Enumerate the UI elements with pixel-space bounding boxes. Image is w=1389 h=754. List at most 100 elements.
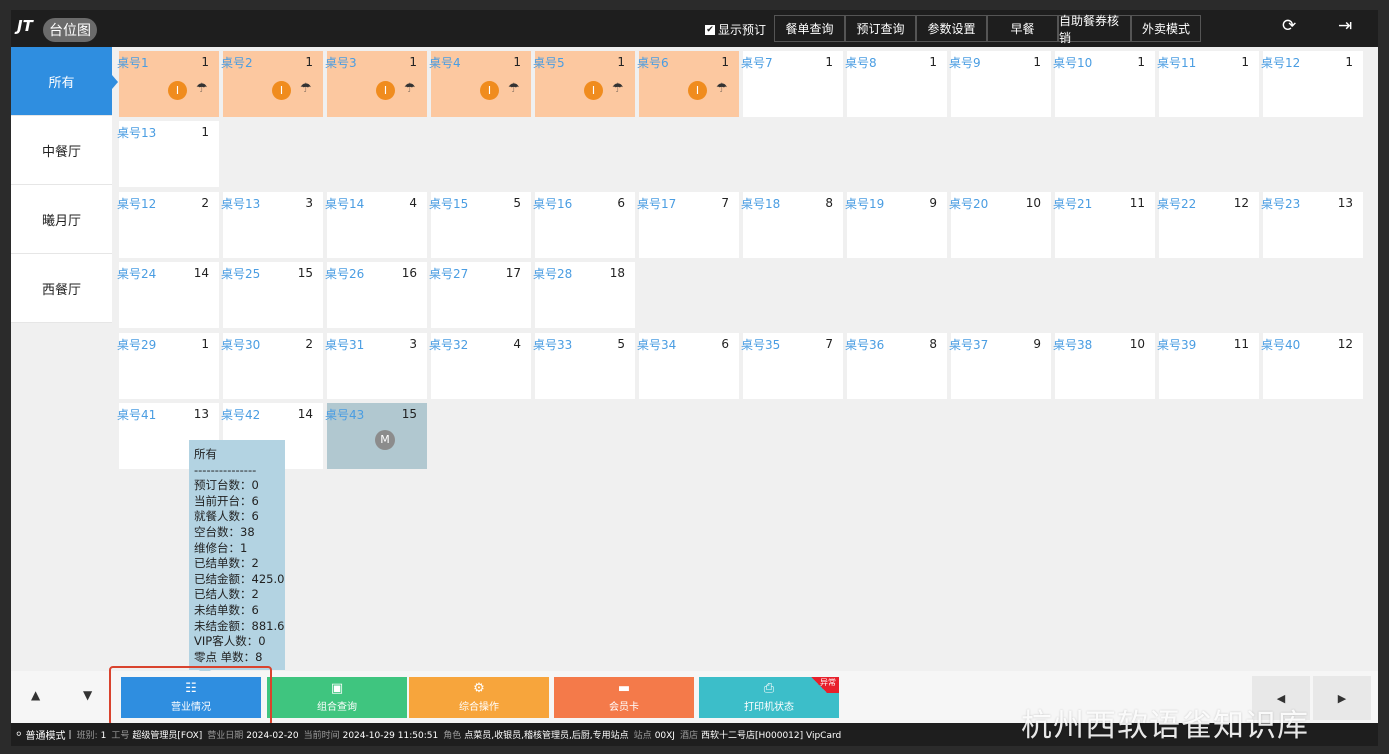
checkbox-checked-icon[interactable]: ✔ bbox=[705, 24, 715, 35]
user-icon: ⚪ bbox=[15, 729, 23, 740]
booking-query-button[interactable]: 预订查询 bbox=[845, 15, 916, 42]
table-tile[interactable]: 桌号14 4 bbox=[325, 192, 427, 258]
summary-line: 预订台数：0 bbox=[194, 478, 259, 493]
status-field-label: 角色 bbox=[443, 731, 462, 741]
table-tile[interactable]: 桌号1 1 I ☂ bbox=[117, 51, 219, 117]
table-tile[interactable]: 桌号27 17 bbox=[429, 262, 531, 328]
table-tile[interactable]: 桌号2 1 I ☂ bbox=[221, 51, 323, 117]
table-tile[interactable]: 桌号3 1 I ☂ bbox=[325, 51, 427, 117]
integrated-operation-button[interactable]: ⚙ 综合操作 bbox=[409, 677, 549, 718]
maintenance-badge: M bbox=[375, 430, 395, 450]
table-tile[interactable]: 桌号36 8 bbox=[845, 333, 947, 399]
status-field-value: 2024-10-29 11:50:51 bbox=[342, 731, 439, 741]
occupied-badge: I bbox=[168, 81, 187, 100]
table-tile[interactable]: 桌号8 1 bbox=[845, 51, 947, 117]
menu-query-button[interactable]: 餐单查询 bbox=[774, 15, 845, 42]
member-card-button[interactable]: ▬ 会员卡 bbox=[554, 677, 694, 718]
combined-query-button[interactable]: ▣ 组合查询 bbox=[267, 677, 407, 718]
table-tile[interactable]: 桌号43 15 M bbox=[325, 403, 427, 469]
table-name: 桌号19 bbox=[845, 197, 885, 211]
sidebar-item-all[interactable]: 所有 bbox=[11, 47, 118, 116]
table-name: 桌号15 bbox=[429, 197, 469, 211]
table-tile[interactable]: 桌号17 7 bbox=[637, 192, 739, 258]
sidebar-item-xiyue-hall[interactable]: 曦月厅 bbox=[11, 185, 112, 254]
table-tile[interactable]: 桌号7 1 bbox=[741, 51, 843, 117]
table-name: 桌号13 bbox=[117, 126, 157, 140]
waiter-icon: ☂ bbox=[404, 81, 416, 96]
table-name: 桌号42 bbox=[221, 408, 261, 422]
summary-line: VIP客人数：0 bbox=[194, 634, 266, 649]
table-tile[interactable]: 桌号23 13 bbox=[1261, 192, 1363, 258]
table-tile[interactable]: 桌号15 5 bbox=[429, 192, 531, 258]
occupied-badge: I bbox=[480, 81, 499, 100]
table-tile[interactable]: 桌号24 14 bbox=[117, 262, 219, 328]
printer-status-button[interactable]: ⎙ 打印机状态 异常 bbox=[699, 677, 839, 718]
logout-icon[interactable]: ⇥ bbox=[1338, 16, 1352, 36]
button-label: 组合查询 bbox=[317, 702, 357, 713]
table-name: 桌号32 bbox=[429, 338, 469, 352]
table-tile[interactable]: 桌号9 1 bbox=[949, 51, 1051, 117]
takeout-mode-button[interactable]: 外卖模式 bbox=[1131, 15, 1201, 42]
buffet-voucher-button[interactable]: 自助餐券核销 bbox=[1058, 14, 1131, 45]
table-tile[interactable]: 桌号30 2 bbox=[221, 333, 323, 399]
mode-label: 普通模式 bbox=[25, 731, 66, 742]
table-tile[interactable]: 桌号35 7 bbox=[741, 333, 843, 399]
table-tile[interactable]: 桌号13 1 bbox=[117, 121, 219, 187]
summary-line: 已结人数：2 bbox=[194, 587, 259, 602]
table-tile[interactable]: 桌号6 1 I ☂ bbox=[637, 51, 739, 117]
scroll-down-button[interactable]: ▼ bbox=[83, 688, 92, 702]
table-seats: 1 bbox=[825, 55, 833, 69]
table-name: 桌号1 bbox=[117, 56, 149, 70]
table-name: 桌号43 bbox=[325, 408, 365, 422]
status-field-value: 00XJ bbox=[654, 731, 675, 741]
table-tile[interactable]: 桌号11 1 bbox=[1157, 51, 1259, 117]
table-tile[interactable]: 桌号13 3 bbox=[221, 192, 323, 258]
table-tile[interactable]: 桌号33 5 bbox=[533, 333, 635, 399]
watermark: 杭州西软语雀知识库 bbox=[1021, 708, 1309, 744]
error-badge: 异常 bbox=[799, 677, 839, 693]
scroll-up-button[interactable]: ▲ bbox=[31, 688, 40, 702]
table-tile[interactable]: 桌号4 1 I ☂ bbox=[429, 51, 531, 117]
table-name: 桌号18 bbox=[741, 197, 781, 211]
table-seats: 12 bbox=[1233, 196, 1249, 210]
table-tile[interactable]: 桌号25 15 bbox=[221, 262, 323, 328]
logo: JT bbox=[17, 17, 33, 35]
table-tile[interactable]: 桌号31 3 bbox=[325, 333, 427, 399]
table-tile[interactable]: 桌号32 4 bbox=[429, 333, 531, 399]
table-tile[interactable]: 桌号34 6 bbox=[637, 333, 739, 399]
status-field-label: 酒店 bbox=[679, 731, 698, 741]
summary-line: 就餐人数：6 bbox=[194, 509, 259, 524]
app-window: JT 台位图 ✔ 显示预订 餐单查询 预订查询 参数设置 早餐 自助餐券核销 外… bbox=[11, 10, 1378, 746]
table-tile[interactable]: 桌号21 11 bbox=[1053, 192, 1155, 258]
table-tile[interactable]: 桌号38 10 bbox=[1053, 333, 1155, 399]
table-tile[interactable]: 桌号26 16 bbox=[325, 262, 427, 328]
table-tile[interactable]: 桌号20 10 bbox=[949, 192, 1051, 258]
table-tile[interactable]: 桌号40 12 bbox=[1261, 333, 1363, 399]
table-name: 桌号36 bbox=[845, 338, 885, 352]
refresh-icon[interactable]: ⟳ bbox=[1282, 16, 1296, 36]
table-tile[interactable]: 桌号10 1 bbox=[1053, 51, 1155, 117]
sidebar-item-western-restaurant[interactable]: 西餐厅 bbox=[11, 254, 112, 323]
waiter-icon: ☂ bbox=[716, 81, 728, 96]
sidebar-item-chinese-restaurant[interactable]: 中餐厅 bbox=[11, 116, 112, 185]
table-tile[interactable]: 桌号19 9 bbox=[845, 192, 947, 258]
table-tile[interactable]: 桌号12 2 bbox=[117, 192, 219, 258]
next-page-button[interactable]: ▶ bbox=[1313, 676, 1371, 720]
table-tile[interactable]: 桌号39 11 bbox=[1157, 333, 1259, 399]
waiter-icon: ☂ bbox=[612, 81, 624, 96]
table-tile[interactable]: 桌号12 1 bbox=[1261, 51, 1363, 117]
table-tile[interactable]: 桌号5 1 I ☂ bbox=[533, 51, 635, 117]
table-tile[interactable]: 桌号37 9 bbox=[949, 333, 1051, 399]
table-tile[interactable]: 桌号16 6 bbox=[533, 192, 635, 258]
table-tile[interactable]: 桌号18 8 bbox=[741, 192, 843, 258]
table-tile[interactable]: 桌号28 18 bbox=[533, 262, 635, 328]
show-booking-toggle[interactable]: ✔ 显示预订 bbox=[705, 21, 766, 38]
table-tile[interactable]: 桌号29 1 bbox=[117, 333, 219, 399]
table-seats: 1 bbox=[201, 337, 209, 351]
parameter-settings-button[interactable]: 参数设置 bbox=[916, 15, 987, 42]
occupied-badge: I bbox=[584, 81, 603, 100]
table-tile[interactable]: 桌号22 12 bbox=[1157, 192, 1259, 258]
table-name: 桌号31 bbox=[325, 338, 365, 352]
show-booking-label: 显示预订 bbox=[718, 23, 767, 37]
breakfast-button[interactable]: 早餐 bbox=[987, 15, 1058, 42]
